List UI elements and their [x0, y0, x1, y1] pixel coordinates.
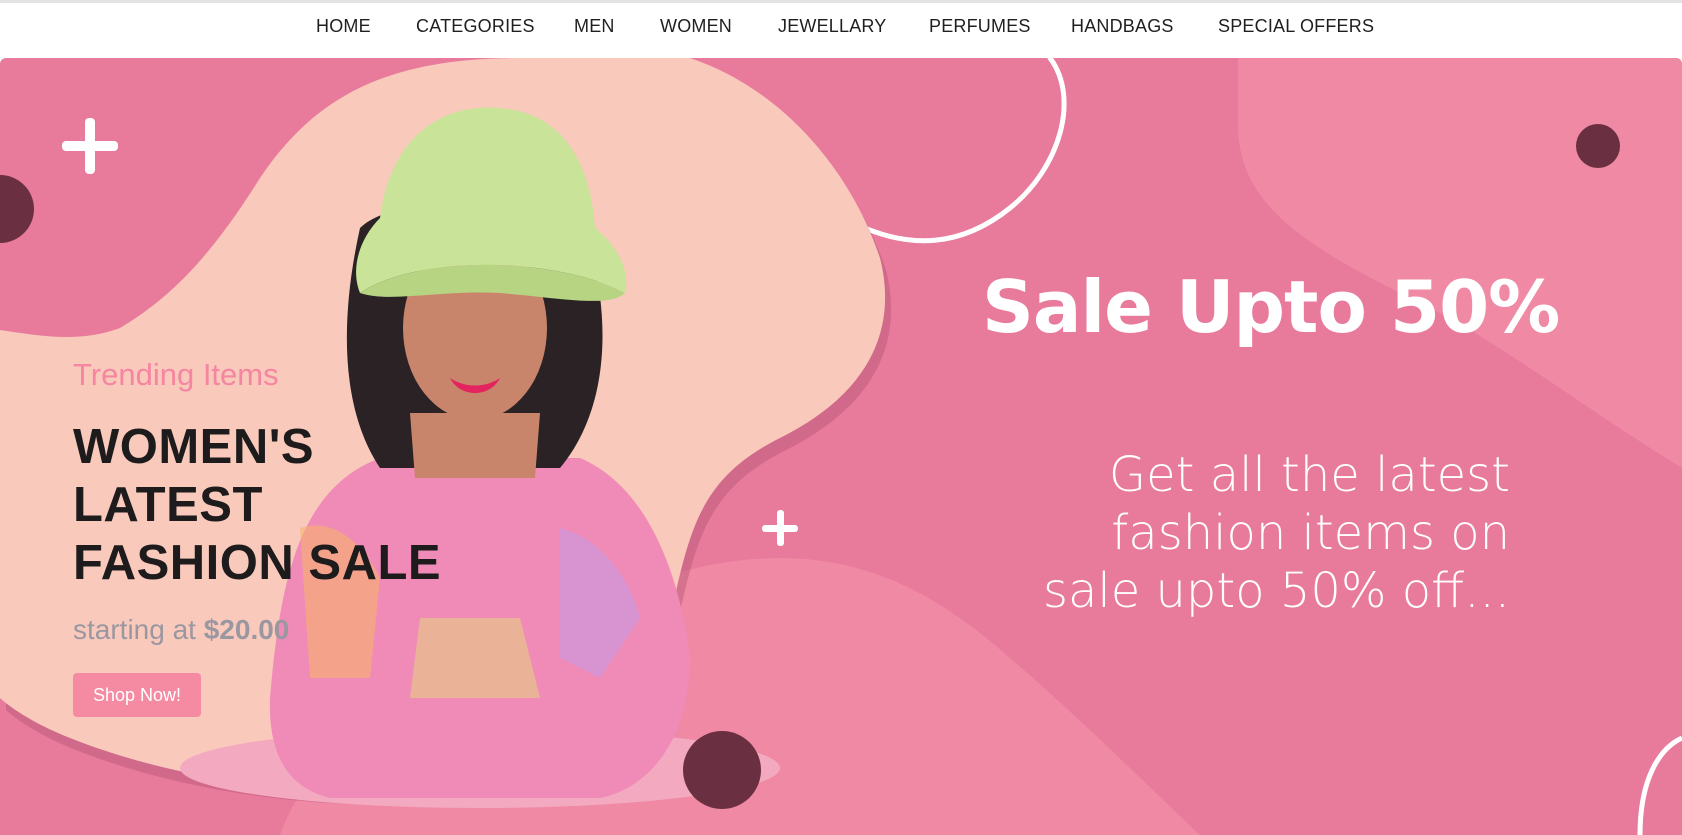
- nav-jewellary-link[interactable]: JEWELLARY: [778, 16, 887, 37]
- plus-icon: [762, 510, 798, 546]
- dark-dot-left: [0, 175, 34, 243]
- headline-line: FASHION SALE: [73, 536, 442, 590]
- price-prefix: starting at: [73, 614, 196, 645]
- dark-dot-top-right: [1576, 124, 1620, 168]
- nav-categories-link[interactable]: CATEGORIES: [416, 16, 535, 37]
- bg-blob-top-right: [1238, 58, 1682, 468]
- nav-home-link[interactable]: HOME: [316, 16, 371, 37]
- price-value: $20.00: [203, 614, 290, 645]
- sale-description-line: sale upto 50% off...: [1042, 563, 1510, 619]
- hero-banner: Trending Items WOMEN'S LATEST FASHION SA…: [0, 58, 1682, 835]
- headline-line: LATEST: [73, 478, 263, 532]
- plus-icon: [62, 118, 118, 174]
- shop-now-button[interactable]: Shop Now!: [73, 673, 201, 717]
- starting-price: starting at $20.00: [73, 614, 289, 646]
- nav-special-offers-link[interactable]: SPECIAL OFFERS: [1218, 16, 1374, 37]
- main-navigation: HOME CATEGORIES MEN WOMEN JEWELLARY PERF…: [0, 3, 1682, 58]
- trending-label: Trending Items: [73, 357, 279, 392]
- hero-headline: WOMEN'S LATEST FASHION SALE: [73, 418, 441, 592]
- headline-line: WOMEN'S: [73, 420, 315, 474]
- nav-women-link[interactable]: WOMEN: [660, 16, 732, 37]
- sale-description-line: fashion items on: [1111, 505, 1510, 561]
- bg-curve-outline-corner: [1637, 735, 1682, 835]
- nav-men-link[interactable]: MEN: [574, 16, 615, 37]
- dark-dot-bottom: [683, 731, 761, 809]
- sale-description: Get all the latest fashion items on sale…: [1000, 446, 1510, 620]
- bg-curve-outline: [857, 58, 1067, 244]
- sale-description-line: Get all the latest: [1108, 447, 1510, 503]
- sale-title: Sale Upto 50%: [982, 265, 1560, 349]
- nav-perfumes-link[interactable]: PERFUMES: [929, 16, 1031, 37]
- nav-handbags-link[interactable]: HANDBAGS: [1071, 16, 1174, 37]
